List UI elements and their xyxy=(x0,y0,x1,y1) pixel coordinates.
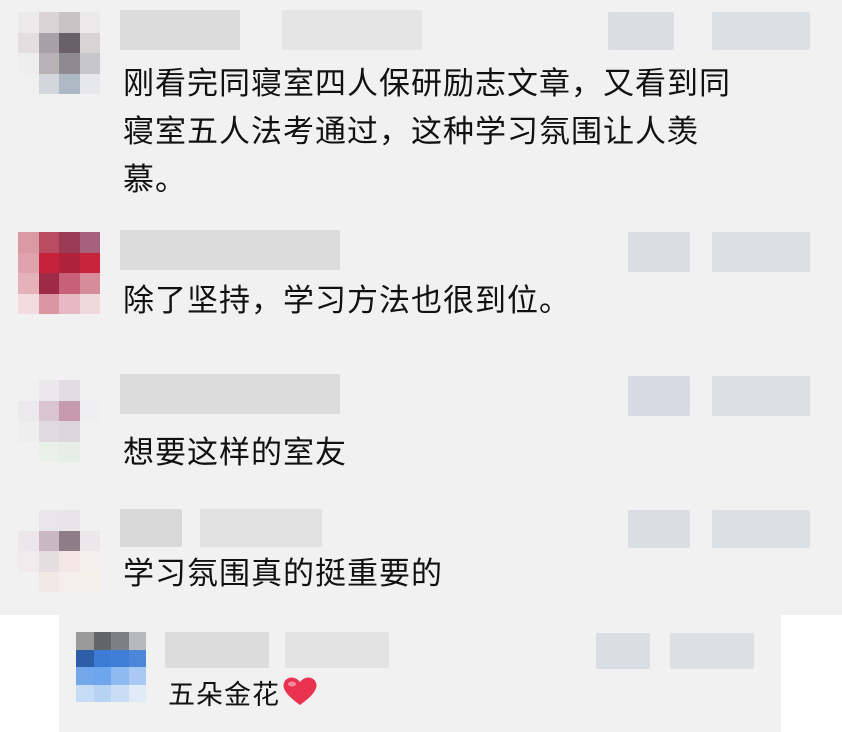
like-count-blurred[interactable] xyxy=(712,12,810,50)
comment-text: 刚看完同寝室四人保研励志文章，又看到同 寝室五人法考通过，这种学习氛围让人羡 慕… xyxy=(123,66,731,198)
avatar[interactable] xyxy=(18,380,100,462)
avatar[interactable] xyxy=(76,632,146,702)
avatar[interactable] xyxy=(18,12,100,94)
like-count-blurred[interactable] xyxy=(712,376,810,416)
timestamp-blurred xyxy=(628,376,690,416)
username-blurred[interactable] xyxy=(165,632,269,668)
username-blurred[interactable] xyxy=(120,230,340,270)
username-blurred[interactable] xyxy=(120,509,182,547)
username-blurred[interactable] xyxy=(120,374,340,414)
comment-text: 五朵金花 xyxy=(168,675,318,719)
comment-text: 除了坚持，学习方法也很到位。 xyxy=(123,283,571,319)
timestamp-blurred xyxy=(596,633,650,669)
username-blurred[interactable] xyxy=(120,10,240,50)
like-count-blurred[interactable] xyxy=(712,510,810,548)
comment-text: 想要这样的室友 xyxy=(123,435,347,471)
avatar[interactable] xyxy=(18,232,100,314)
avatar[interactable] xyxy=(18,510,100,592)
comment-text: 学习氛围真的挺重要的 xyxy=(123,556,443,592)
heart-icon xyxy=(282,675,318,719)
timestamp-blurred xyxy=(628,510,690,548)
like-count-blurred[interactable] xyxy=(712,232,810,272)
timestamp-blurred xyxy=(608,12,674,50)
timestamp-blurred xyxy=(628,232,690,272)
username-blurred xyxy=(282,10,422,50)
username-blurred xyxy=(285,632,389,668)
like-count-blurred[interactable] xyxy=(670,633,754,669)
username-blurred xyxy=(200,509,322,547)
